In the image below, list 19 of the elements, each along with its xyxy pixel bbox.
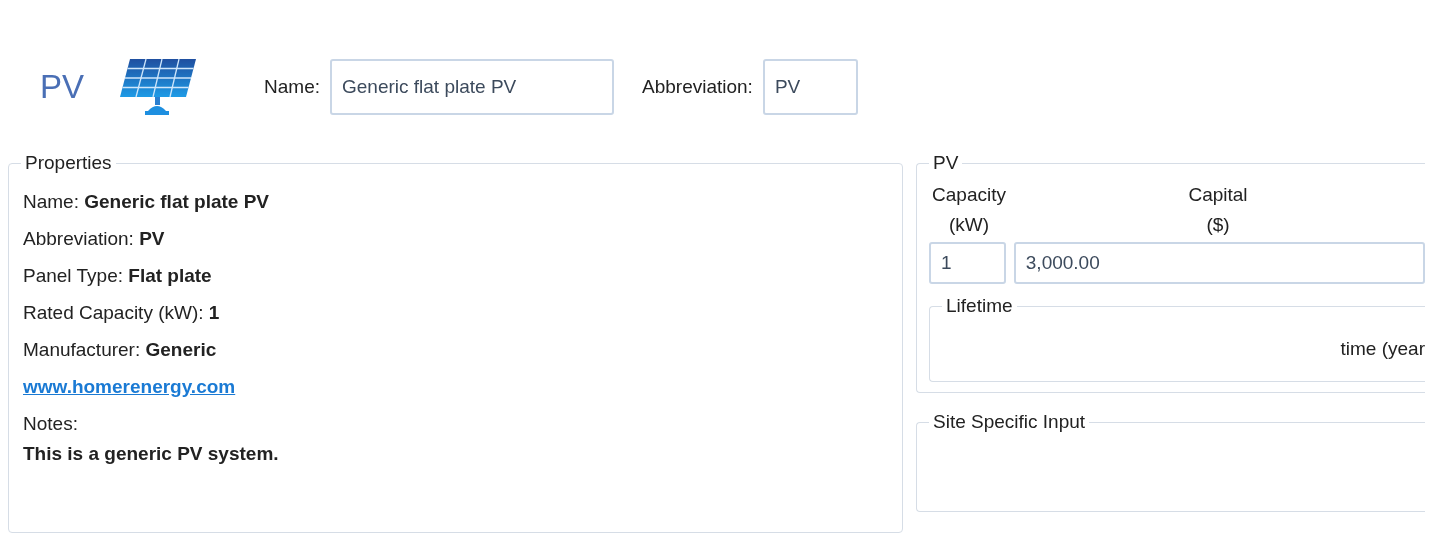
capacity-label: Capacity (kW) xyxy=(931,183,1007,237)
name-label: Name: xyxy=(264,74,320,99)
capacity-field[interactable]: 1 xyxy=(929,242,1006,284)
notes-text: This is a generic PV system. xyxy=(23,442,280,466)
property-text: Manufacturer: Generic xyxy=(23,338,218,362)
property-text: Rated Capacity (kW): 1 xyxy=(23,301,221,325)
property-text: Name: Generic flat plate PV xyxy=(23,190,271,214)
property-text: Panel Type: Flat plate xyxy=(23,264,213,288)
capital-label: Capital ($) xyxy=(1187,183,1249,237)
property-text: Notes: xyxy=(23,412,79,436)
abbreviation-label: Abbreviation: xyxy=(642,74,753,99)
app-title: PV xyxy=(40,67,85,108)
website-link[interactable]: www.homerenergy.com xyxy=(23,376,236,397)
axis-label: time (year xyxy=(1340,337,1425,361)
property-text: Abbreviation: PV xyxy=(23,227,166,251)
capital-field[interactable]: 3,000.00 xyxy=(1013,242,1425,284)
abbreviation-field[interactable]: PV xyxy=(762,59,858,115)
name-field[interactable]: Generic flat plate PV xyxy=(330,59,614,115)
solar-panel-icon xyxy=(120,59,199,115)
